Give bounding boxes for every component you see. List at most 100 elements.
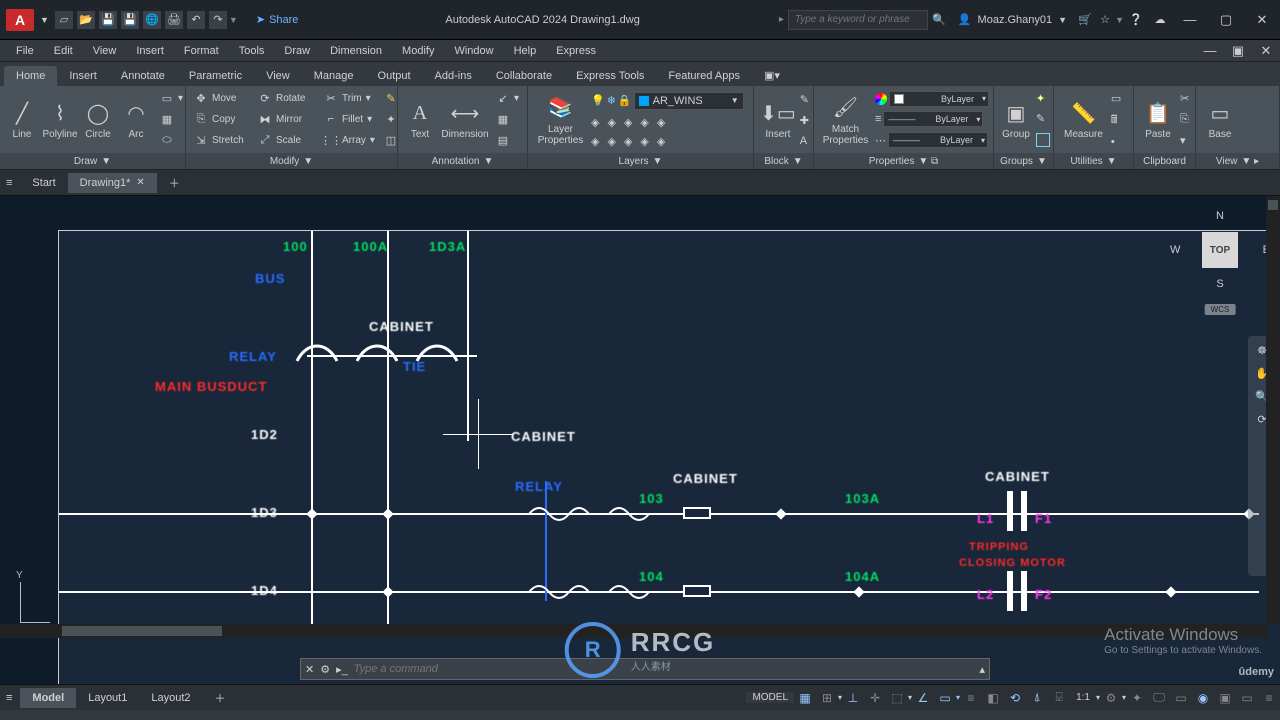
cmd-customize-icon[interactable]: ⚙	[320, 663, 330, 676]
menu-view[interactable]: View	[83, 42, 127, 60]
cloud-icon[interactable]: ☁	[1148, 13, 1172, 26]
block-create-icon[interactable]: ✚	[800, 114, 809, 127]
filetab-drawing1[interactable]: Drawing1*✕	[68, 173, 157, 193]
status-clean-icon[interactable]: ▭	[1236, 688, 1258, 708]
layer-tool-7-icon[interactable]: ◈	[607, 135, 615, 148]
app-menu-caret[interactable]: ▼	[40, 15, 49, 25]
paste-special-icon[interactable]: ▾	[1180, 134, 1189, 147]
window-maximize-button[interactable]: ▢	[1208, 6, 1244, 34]
layer-freeze-icon[interactable]: ❄	[607, 94, 616, 107]
status-iso-icon[interactable]: ⬚	[886, 688, 908, 708]
tab-parametric[interactable]: Parametric	[177, 66, 254, 86]
tab-insert[interactable]: Insert	[57, 66, 109, 86]
cmd-history-icon[interactable]: ▴	[979, 663, 985, 676]
tab-collaborate[interactable]: Collaborate	[484, 66, 564, 86]
layer-tool-9-icon[interactable]: ◈	[640, 135, 648, 148]
text-button[interactable]: AText	[402, 97, 438, 142]
hatch-button[interactable]: ▦	[156, 111, 187, 127]
panel-view-label[interactable]: View▼ ▸	[1196, 153, 1279, 169]
autodesk-app-icon[interactable]: 🛒	[1075, 13, 1095, 26]
layer-properties-button[interactable]: 📚Layer Properties	[532, 92, 589, 148]
linetype-icon[interactable]: ⋯	[875, 134, 886, 147]
menu-insert[interactable]: Insert	[126, 42, 174, 60]
lineweight-combo[interactable]: ———ByLayer	[883, 111, 983, 127]
fillet-button[interactable]: ⌐Fillet▾	[320, 111, 378, 127]
status-model-button[interactable]: MODEL	[746, 692, 794, 703]
status-snap-icon[interactable]: ⊞	[816, 688, 838, 708]
point-icon[interactable]: •	[1111, 136, 1121, 148]
qat-open-icon[interactable]: 📂	[77, 11, 95, 29]
copy-clip-icon[interactable]: ⎘	[1180, 113, 1189, 126]
status-isolate-icon[interactable]: ▣	[1214, 688, 1236, 708]
tab-express-tools[interactable]: Express Tools	[564, 66, 656, 86]
leader-button[interactable]: ↙▾	[492, 91, 523, 107]
filetab-close-icon[interactable]: ✕	[136, 177, 144, 188]
match-properties-button[interactable]: 🖌Match Properties	[818, 92, 873, 148]
line-button[interactable]: ╱Line	[4, 97, 40, 142]
qat-web-icon[interactable]: 🌐	[143, 11, 161, 29]
panel-annotation-label[interactable]: Annotation▼	[398, 153, 527, 169]
filetabs-menu-icon[interactable]: ≡	[6, 177, 12, 189]
status-hardware-icon[interactable]: ◉	[1192, 688, 1214, 708]
search-left-caret[interactable]: ▸	[779, 14, 784, 25]
status-monitor-icon[interactable]: 🖵	[1148, 688, 1170, 708]
layout-tab-new[interactable]: ＋	[203, 686, 238, 710]
table-button[interactable]: ▦	[492, 111, 523, 127]
menu-dimension[interactable]: Dimension	[320, 42, 392, 60]
status-annoscale-icon[interactable]: ⍋	[1026, 688, 1048, 708]
insert-block-button[interactable]: ⬇▭Insert	[758, 97, 798, 142]
measure-button[interactable]: 📏Measure	[1058, 97, 1109, 142]
mirror-button[interactable]: ⧓Mirror	[254, 111, 318, 127]
tab-addins[interactable]: Add-ins	[423, 66, 484, 86]
menu-draw[interactable]: Draw	[274, 42, 320, 60]
layer-tool-2-icon[interactable]: ◈	[607, 116, 615, 129]
menu-edit[interactable]: Edit	[44, 42, 83, 60]
qat-redo-icon[interactable]: ↷	[209, 11, 227, 29]
viewcube[interactable]: N S W E TOP WCS	[1180, 210, 1260, 290]
qat-save-icon[interactable]: 💾	[99, 11, 117, 29]
user-menu[interactable]: 👤 Moaz.Ghany01 ▼	[958, 13, 1067, 26]
layouttabs-menu-icon[interactable]: ≡	[6, 692, 12, 704]
status-cycling-icon[interactable]: ⟲	[1004, 688, 1026, 708]
window-minimize-button[interactable]: —	[1172, 6, 1208, 34]
color-wheel-icon[interactable]	[875, 93, 887, 105]
status-workspace-icon[interactable]: ✦	[1126, 688, 1148, 708]
group-edit-icon[interactable]: ✎	[1036, 112, 1050, 125]
layout-tab-layout2[interactable]: Layout2	[139, 688, 202, 708]
doc-minimize-button[interactable]: —	[1196, 41, 1224, 61]
layer-tool-8-icon[interactable]: ◈	[624, 135, 632, 148]
circle-button[interactable]: ◯Circle	[80, 97, 116, 142]
trim-button[interactable]: ✂Trim▾	[320, 91, 378, 107]
layer-bulb-icon[interactable]: 💡	[591, 94, 605, 107]
menu-modify[interactable]: Modify	[392, 42, 444, 60]
menu-help[interactable]: Help	[504, 42, 547, 60]
search-input[interactable]	[788, 10, 928, 30]
status-ortho-icon[interactable]: ⊥	[842, 688, 864, 708]
polyline-button[interactable]: ⌇Polyline	[42, 97, 78, 142]
vertical-scrollbar[interactable]	[1266, 196, 1280, 624]
layer-tool-10-icon[interactable]: ◈	[657, 135, 665, 148]
menu-file[interactable]: File	[6, 42, 44, 60]
viewcube-wcs[interactable]: WCS	[1205, 304, 1236, 315]
window-close-button[interactable]: ✕	[1244, 6, 1280, 34]
panel-draw-label[interactable]: Draw▼	[0, 153, 185, 169]
move-button[interactable]: ✥Move	[190, 91, 252, 107]
layer-tool-4-icon[interactable]: ◈	[640, 116, 648, 129]
panel-layers-label[interactable]: Layers▼	[528, 153, 753, 169]
share-button[interactable]: ➤Share	[248, 11, 307, 28]
block-edit-icon[interactable]: ✎	[800, 93, 809, 106]
panel-clipboard-label[interactable]: Clipboard	[1134, 153, 1195, 169]
menu-tools[interactable]: Tools	[229, 42, 275, 60]
stretch-button[interactable]: ⇲Stretch	[190, 132, 252, 148]
panel-groups-label[interactable]: Groups▼	[994, 153, 1053, 169]
command-line[interactable]: ✕ ⚙ ▸_ ▴	[300, 658, 990, 680]
doc-restore-button[interactable]: ▣	[1224, 41, 1252, 61]
help-icon[interactable]: ❔	[1124, 13, 1148, 26]
app-logo[interactable]: A	[6, 9, 34, 31]
tab-featured-apps[interactable]: Featured Apps	[656, 66, 752, 86]
arc-button[interactable]: ◠Arc	[118, 97, 154, 142]
qat-plot-icon[interactable]: 🖨	[165, 11, 183, 29]
rectangle-button[interactable]: ▭▾	[156, 91, 187, 107]
status-gear-icon[interactable]: ⚙	[1100, 688, 1122, 708]
doc-close-button[interactable]: ✕	[1252, 41, 1280, 61]
